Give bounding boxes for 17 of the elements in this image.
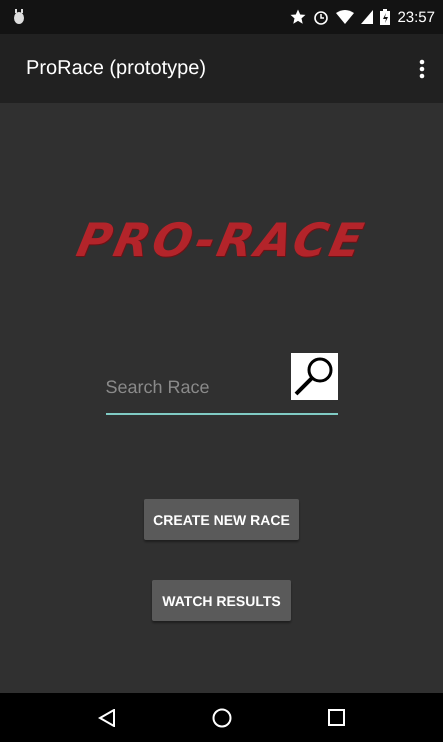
wifi-icon: [336, 10, 354, 24]
create-race-button[interactable]: CREATE NEW RACE: [144, 499, 299, 540]
battery-icon: [380, 9, 390, 25]
signal-icon: [361, 10, 374, 24]
home-icon[interactable]: [212, 708, 232, 728]
watch-results-button[interactable]: WATCH RESULTS: [152, 580, 291, 621]
back-icon[interactable]: [98, 708, 116, 726]
status-time: 23:57: [397, 8, 435, 26]
logo: PRO-RACE: [72, 213, 371, 267]
search-field[interactable]: Search Race: [106, 357, 286, 413]
star-icon: [290, 9, 306, 25]
search-icon[interactable]: [290, 353, 338, 400]
recents-icon[interactable]: [328, 709, 345, 726]
more-options-icon[interactable]: [419, 58, 425, 78]
bug-icon: [12, 9, 26, 25]
alarm-icon: [313, 9, 330, 25]
app-title: ProRace (prototype): [26, 57, 206, 80]
